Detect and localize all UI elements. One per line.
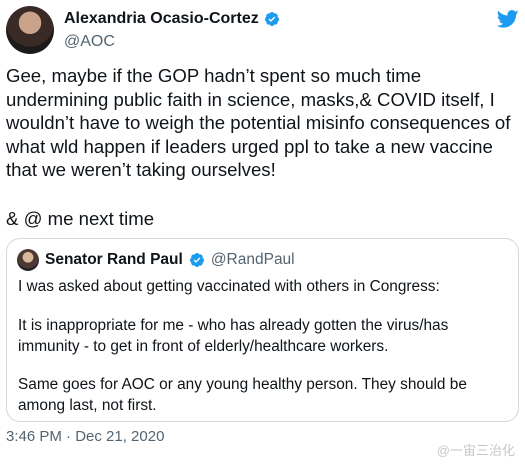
quoted-paragraph: Same goes for AOC or any young healthy p… bbox=[18, 376, 467, 414]
twitter-bird-icon[interactable] bbox=[495, 8, 521, 30]
quoted-tweet-header: Senator Rand Paul @RandPaul bbox=[17, 249, 295, 271]
quoted-paragraph: It is inappropriate for me - who has alr… bbox=[18, 317, 449, 355]
author-name[interactable]: Alexandria Ocasio-Cortez bbox=[64, 10, 259, 28]
quoted-author-handle: @RandPaul bbox=[210, 251, 295, 268]
tweet-header: Alexandria Ocasio-Cortez @AOC bbox=[6, 6, 521, 58]
author-handle[interactable]: @AOC bbox=[64, 33, 115, 51]
tweet-timestamp[interactable]: 3:46 PM · Dec 21, 2020 bbox=[6, 428, 164, 445]
quoted-paragraph: I was asked about getting vaccinated wit… bbox=[18, 278, 440, 295]
verified-badge-icon bbox=[264, 12, 279, 26]
quoted-author-avatar bbox=[17, 249, 39, 271]
author-avatar[interactable] bbox=[6, 6, 54, 54]
watermark: @一宙三治化 bbox=[436, 443, 515, 458]
tweet-text-secondary: & @ me next time bbox=[6, 208, 155, 229]
tweet-text: Gee, maybe if the GOP hadn’t spent so mu… bbox=[6, 65, 511, 181]
quoted-tweet-card[interactable]: Senator Rand Paul @RandPaul I was asked … bbox=[6, 238, 519, 422]
author-name-row: Alexandria Ocasio-Cortez bbox=[64, 10, 280, 28]
quoted-author-name: Senator Rand Paul bbox=[45, 251, 183, 268]
verified-badge-icon bbox=[189, 253, 204, 267]
